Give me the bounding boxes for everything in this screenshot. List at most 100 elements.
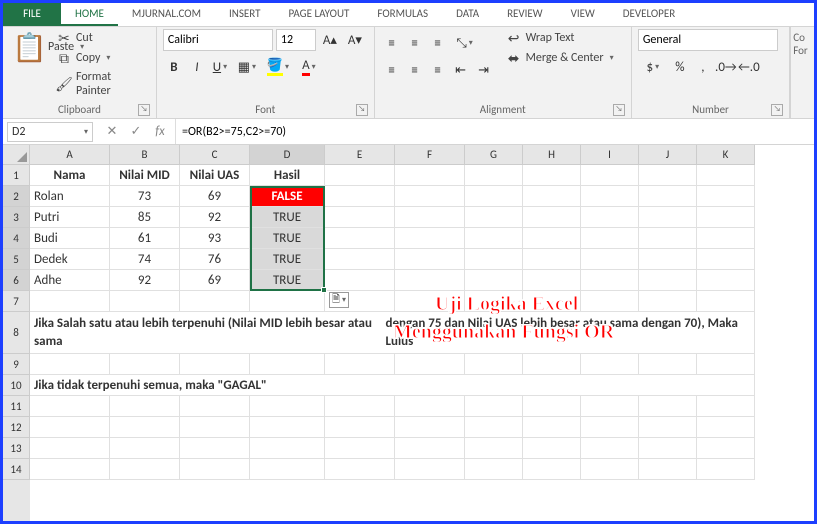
align-top-button[interactable]: ≡ — [381, 32, 403, 54]
cell[interactable] — [30, 291, 110, 312]
note-gagal[interactable]: Jika tidak terpenuhi semua, maka "GAGAL" — [30, 375, 755, 396]
align-middle-button[interactable]: ≡ — [404, 32, 426, 54]
cell[interactable] — [465, 459, 523, 480]
cell[interactable] — [180, 354, 250, 375]
cell[interactable] — [639, 396, 697, 417]
cell-uas[interactable]: 76 — [180, 249, 250, 270]
decrease-decimal-button[interactable]: ←.0 — [738, 56, 760, 78]
cell[interactable] — [697, 165, 755, 186]
align-bottom-button[interactable]: ≡ — [427, 32, 449, 54]
row-header-13[interactable]: 13 — [3, 438, 30, 459]
align-left-button[interactable]: ≡ — [381, 59, 403, 81]
cell[interactable] — [523, 249, 581, 270]
cell[interactable] — [250, 459, 325, 480]
cell[interactable] — [465, 228, 523, 249]
cell-mid[interactable]: 74 — [110, 249, 180, 270]
fill-handle[interactable] — [321, 287, 327, 293]
column-header-C[interactable]: C — [180, 145, 250, 165]
cell[interactable] — [697, 186, 755, 207]
copy-button[interactable]: ⧉Copy▾ — [53, 49, 150, 67]
cell[interactable] — [523, 207, 581, 228]
format-painter-button[interactable]: 🖌Format Painter — [53, 69, 150, 99]
cell[interactable] — [325, 228, 395, 249]
cell[interactable] — [110, 459, 180, 480]
cell-nama[interactable]: Dedek — [30, 249, 110, 270]
cell[interactable] — [639, 249, 697, 270]
cell[interactable] — [581, 291, 639, 312]
cell[interactable] — [581, 249, 639, 270]
row-header-11[interactable]: 11 — [3, 396, 30, 417]
dialog-launcher-icon[interactable]: ↘ — [138, 104, 150, 116]
cell[interactable] — [697, 354, 755, 375]
cell[interactable] — [250, 396, 325, 417]
column-header-A[interactable]: A — [30, 145, 110, 165]
dialog-launcher-icon[interactable]: ↘ — [356, 104, 368, 116]
column-header-I[interactable]: I — [581, 145, 639, 165]
cell[interactable] — [395, 417, 465, 438]
cancel-formula-button[interactable]: ✕ — [103, 124, 121, 139]
cell[interactable] — [581, 459, 639, 480]
cell[interactable] — [180, 438, 250, 459]
cell[interactable] — [523, 438, 581, 459]
cell[interactable] — [465, 417, 523, 438]
cell[interactable] — [465, 207, 523, 228]
row-header-1[interactable]: 1 — [3, 165, 30, 186]
align-center-button[interactable]: ≡ — [404, 59, 426, 81]
row-header-3[interactable]: 3 — [3, 207, 30, 228]
cell[interactable] — [581, 396, 639, 417]
tab-pagelayout[interactable]: PAGE LAYOUT — [275, 3, 364, 26]
accounting-format-button[interactable]: $▾ — [638, 56, 668, 78]
cell[interactable] — [697, 396, 755, 417]
underline-button[interactable]: U▾ — [209, 56, 231, 78]
italic-button[interactable]: I — [186, 56, 208, 78]
tab-formulas[interactable]: FORMULAS — [363, 3, 442, 26]
enter-formula-button[interactable]: ✓ — [127, 124, 145, 139]
cell[interactable] — [325, 396, 395, 417]
row-header-10[interactable]: 10 — [3, 375, 30, 396]
cell[interactable] — [523, 459, 581, 480]
cell[interactable] — [180, 291, 250, 312]
cell[interactable] — [581, 354, 639, 375]
row-header-9[interactable]: 9 — [3, 354, 30, 375]
cell[interactable] — [523, 186, 581, 207]
increase-indent-button[interactable]: ⇥ — [473, 59, 495, 81]
cell-uas[interactable]: 69 — [180, 186, 250, 207]
cell[interactable] — [250, 354, 325, 375]
cell[interactable] — [325, 207, 395, 228]
row-header-5[interactable]: 5 — [3, 249, 30, 270]
cell[interactable] — [465, 396, 523, 417]
increase-decimal-button[interactable]: .0→ — [715, 56, 737, 78]
chevron-down-icon[interactable]: ▾ — [84, 127, 88, 137]
cell[interactable] — [325, 249, 395, 270]
fill-color-button[interactable]: 🪣▾ — [263, 56, 293, 78]
cell[interactable] — [180, 396, 250, 417]
cell[interactable] — [395, 459, 465, 480]
comma-button[interactable]: , — [692, 56, 714, 78]
cell[interactable] — [465, 438, 523, 459]
row-header-4[interactable]: 4 — [3, 228, 30, 249]
tab-view[interactable]: VIEW — [557, 3, 609, 26]
cell[interactable] — [523, 417, 581, 438]
tab-developer[interactable]: DEVELOPER — [609, 3, 689, 26]
row-header-6[interactable]: 6 — [3, 270, 30, 291]
cell[interactable] — [325, 270, 395, 291]
cell-uas[interactable]: 93 — [180, 228, 250, 249]
cell[interactable] — [581, 438, 639, 459]
cell[interactable] — [697, 291, 755, 312]
cell[interactable] — [523, 396, 581, 417]
cell-hasil[interactable]: FALSE — [250, 186, 325, 207]
row-header-7[interactable]: 7 — [3, 291, 30, 312]
cell[interactable] — [639, 438, 697, 459]
dialog-launcher-icon[interactable]: ↘ — [771, 104, 783, 116]
cell[interactable] — [395, 270, 465, 291]
cell[interactable] — [639, 459, 697, 480]
decrease-font-button[interactable]: A▾ — [344, 29, 366, 51]
cell[interactable] — [697, 459, 755, 480]
column-header-D[interactable]: D — [250, 145, 325, 165]
cell-nama[interactable]: Budi — [30, 228, 110, 249]
cell[interactable] — [523, 270, 581, 291]
cell[interactable] — [180, 417, 250, 438]
column-header-G[interactable]: G — [465, 145, 523, 165]
cell-hasil[interactable]: TRUE — [250, 249, 325, 270]
cell[interactable] — [523, 165, 581, 186]
